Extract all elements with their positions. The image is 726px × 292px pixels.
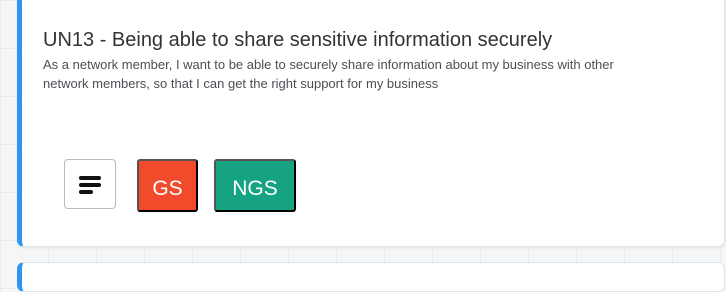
story-title: UN13 - Being able to share sensitive inf… — [43, 29, 553, 51]
menu-icon-bar — [79, 183, 101, 187]
story-description: As a network member, I want to be able t… — [43, 57, 614, 91]
menu-icon — [79, 176, 101, 180]
gs-tag-button[interactable]: GS — [137, 159, 198, 212]
menu-icon-bar — [79, 190, 93, 194]
next-story-card — [17, 262, 725, 292]
ngs-tag-button[interactable]: NGS — [214, 159, 296, 212]
menu-button[interactable] — [64, 159, 116, 209]
